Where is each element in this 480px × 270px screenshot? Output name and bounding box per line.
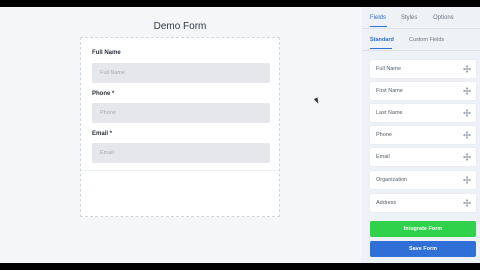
palette-item-full-name[interactable]: Full Name	[370, 60, 476, 78]
full-name-input[interactable]: Full Name	[92, 63, 270, 83]
integrate-form-button[interactable]: Integrate Form	[370, 221, 476, 237]
palette-item-label: Organization	[376, 177, 408, 183]
mouse-cursor	[313, 97, 321, 105]
phone-label: Phone *	[92, 91, 115, 97]
move-icon[interactable]	[463, 109, 471, 117]
phone-input[interactable]: Phone	[92, 103, 270, 123]
save-form-button[interactable]: Save Form	[370, 241, 476, 257]
palette-item-label: Full Name	[376, 66, 402, 72]
palette-item-label: First Name	[376, 88, 403, 94]
move-icon[interactable]	[463, 87, 471, 95]
palette-item-organization[interactable]: Organization	[370, 171, 476, 189]
palette-item-first-name[interactable]: First Name	[370, 82, 476, 100]
palette-item-last-name[interactable]: Last Name	[370, 104, 476, 122]
move-icon[interactable]	[463, 176, 471, 184]
full-name-label: Full Name	[92, 50, 121, 56]
subtab-standard[interactable]: Standard	[370, 37, 394, 43]
subtab-divider	[362, 50, 480, 51]
email-label: Email *	[92, 131, 113, 137]
palette-item-label: Email	[376, 154, 390, 160]
active-subtab-indicator	[370, 48, 392, 49]
move-icon[interactable]	[463, 131, 471, 139]
palette-item-phone[interactable]: Phone	[370, 126, 476, 144]
tab-divider	[362, 28, 480, 29]
move-icon[interactable]	[463, 65, 471, 73]
palette-item-label: Address	[376, 200, 397, 206]
palette-item-label: Phone	[376, 132, 392, 138]
palette-item-email[interactable]: Email	[370, 148, 476, 166]
subtab-custom-fields[interactable]: Custom Fields	[409, 37, 444, 43]
palette-item-address[interactable]: Address	[370, 194, 476, 212]
tab-fields[interactable]: Fields	[370, 15, 386, 21]
tab-styles[interactable]: Styles	[401, 15, 417, 21]
form-title: Demo Form	[153, 21, 207, 32]
form-preview-card[interactable]: Full Name Full Name Phone * Phone Email …	[80, 37, 280, 217]
active-tab-indicator	[370, 26, 387, 27]
form-builder-screen: Demo Form Full Name Full Name Phone * Ph…	[0, 7, 480, 263]
palette-item-label: Last Name	[376, 110, 403, 116]
card-divider	[81, 170, 279, 171]
move-icon[interactable]	[463, 153, 471, 161]
email-input[interactable]: Email	[92, 143, 270, 163]
move-icon[interactable]	[463, 199, 471, 207]
tab-options[interactable]: Options	[433, 15, 454, 21]
fields-sidebar: Fields Styles Options Standard Custom Fi…	[362, 7, 480, 263]
